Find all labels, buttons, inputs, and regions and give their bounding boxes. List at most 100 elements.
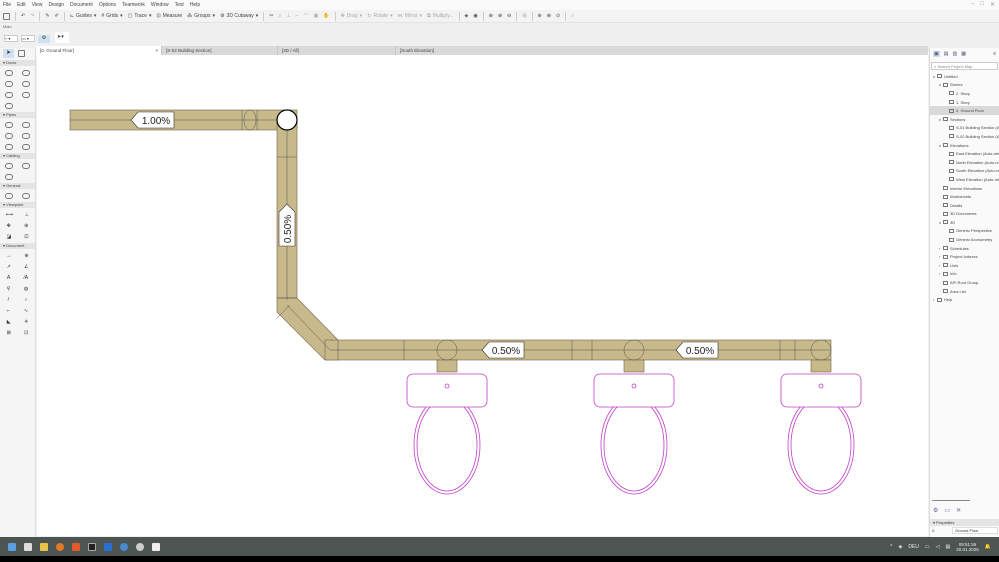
circle-icon[interactable]: ○ — [24, 297, 27, 303]
menu-window[interactable]: Window — [151, 2, 169, 8]
trim-icon[interactable]: ✂ — [269, 13, 273, 19]
group-ducts[interactable]: ▾ Ducts — [0, 60, 35, 66]
worksheet-icon[interactable]: ⊕ — [24, 223, 28, 229]
group-cabling[interactable]: ▾ Cabling — [0, 153, 35, 159]
level-dimension-icon[interactable]: ⊕ — [24, 253, 28, 259]
elevation-icon[interactable]: ⊥ — [25, 212, 29, 218]
navigator-menu-icon[interactable]: ≡ — [993, 51, 996, 57]
cable-tray-icon[interactable] — [4, 162, 13, 169]
duct-terminal-icon[interactable] — [22, 91, 31, 98]
pipe-terminal-icon[interactable] — [4, 143, 13, 150]
dimension-icon[interactable]: ↔ — [6, 253, 11, 259]
window-icon[interactable]: ▭ — [944, 507, 950, 514]
project-map-item[interactable]: v Stories — [930, 81, 999, 90]
project-map-item[interactable]: Worksheets — [930, 192, 999, 201]
tab-building-section[interactable]: [S-02 Building Section] — [162, 46, 278, 55]
project-map-item[interactable]: South Elevation (Auto-rebuild) — [930, 167, 999, 176]
change-icon[interactable]: ⊡ — [24, 330, 28, 336]
layer-settings-icon[interactable]: ◉ — [473, 13, 477, 19]
offset-icon[interactable]: ▣ — [314, 13, 319, 19]
project-map-item[interactable]: v Untitled — [930, 72, 999, 81]
detail-icon[interactable]: ◪ — [7, 234, 12, 240]
text-icon[interactable]: A — [7, 275, 10, 281]
mirror-button[interactable]: ⋈ Mirror ▾ — [398, 13, 423, 19]
pipe-transition-icon[interactable] — [22, 132, 31, 139]
project-map-item[interactable]: Interior Elevations — [930, 184, 999, 193]
label-icon[interactable]: ⁄A — [24, 275, 28, 281]
inject-icon[interactable]: ✐ — [55, 13, 59, 19]
project-map-item[interactable]: S-02 Building Section (Auto) — [930, 132, 999, 141]
rotate-button[interactable]: ↻ Rotate ▾ — [367, 13, 392, 19]
marquee-tool[interactable] — [18, 50, 25, 57]
language-indicator[interactable]: DEU — [908, 544, 919, 550]
pipe-equipment-icon[interactable] — [22, 143, 31, 150]
zoom-previous-icon[interactable]: ⌕ — [571, 13, 574, 19]
figure-icon[interactable]: ◣ — [7, 319, 11, 325]
zoom-in-icon[interactable]: ⊕ — [498, 13, 502, 19]
fill-icon[interactable]: ◍ — [24, 286, 28, 292]
group-general[interactable]: ▾ General — [0, 183, 35, 189]
close-icon[interactable]: ✕ — [990, 1, 995, 8]
arrow-tool[interactable]: ➤ — [3, 49, 14, 58]
pipe-flexible-icon[interactable] — [22, 121, 31, 128]
trace-button[interactable]: ▢ Trace ▾ — [128, 13, 152, 19]
geometry-method-select[interactable]: ⌐ ▾ — [4, 35, 18, 42]
menu-teamwork[interactable]: Teamwork — [122, 2, 145, 8]
project-map-item[interactable]: › Help — [930, 295, 999, 304]
archicad-icon[interactable] — [88, 542, 96, 551]
fit-window-icon[interactable]: ⊞ — [522, 13, 526, 19]
view-3d-icon[interactable]: ⊙ — [556, 13, 560, 19]
project-map-item[interactable]: › Project Indexes — [930, 252, 999, 261]
project-map-item[interactable]: Generic Axonometry — [930, 235, 999, 244]
menu-options[interactable]: Options — [99, 2, 116, 8]
volume-icon[interactable]: ◁ — [936, 544, 940, 550]
group-pipes[interactable]: ▾ Pipes — [0, 112, 35, 118]
hotspot-icon[interactable]: ✳ — [24, 319, 28, 325]
start-icon[interactable] — [8, 542, 16, 551]
duct-bend-icon[interactable] — [4, 80, 13, 87]
project-map-item[interactable]: 3D Documents — [930, 210, 999, 219]
routing-icon[interactable] — [22, 192, 31, 199]
cable-branch-icon[interactable] — [5, 173, 13, 180]
adjust-icon[interactable]: ⊥ — [286, 13, 290, 19]
group-viewpoint[interactable]: ▾ Viewpoint — [0, 202, 35, 208]
explore-icon[interactable]: ⊗ — [547, 13, 551, 19]
project-map-item[interactable]: 2. Story — [930, 89, 999, 98]
app-icon[interactable] — [136, 542, 144, 551]
project-map-item[interactable]: Generic Perspective — [930, 227, 999, 236]
angle-dimension-icon[interactable]: ∠ — [24, 264, 28, 270]
menu-view[interactable]: View — [32, 2, 43, 8]
pipe-icon[interactable] — [4, 121, 13, 128]
project-map-item[interactable]: East Elevation (Auto-rebuild) — [930, 149, 999, 158]
group-document[interactable]: ▾ Document — [0, 243, 35, 249]
duct-transition-icon[interactable] — [22, 80, 31, 87]
guides-button[interactable]: ⊾ Guides ▾ — [70, 13, 97, 19]
object-icon[interactable] — [4, 192, 13, 199]
menu-file[interactable]: File — [3, 2, 11, 8]
floor-plan-canvas[interactable]: 1.00% 0.50% 0.50% 0.50% — [37, 55, 928, 536]
network-icon[interactable]: ▭ — [925, 544, 930, 550]
marker-icon[interactable]: ⚲ — [7, 286, 11, 292]
redo-icon[interactable]: ↷ — [30, 13, 34, 19]
gravity-icon[interactable]: ⚙ — [38, 35, 50, 43]
close-tab-icon[interactable]: × — [155, 48, 158, 53]
project-map-item[interactable]: › Lists — [930, 261, 999, 270]
tray-app-icon[interactable]: ◈ — [898, 544, 902, 550]
project-map-item[interactable]: Area List — [930, 287, 999, 296]
project-map-item[interactable]: API Root Group — [930, 278, 999, 287]
project-map-search[interactable]: ⌕ Search Project Map — [931, 62, 998, 70]
settings-icon[interactable]: ⚙ — [933, 507, 938, 514]
duct-flexible-icon[interactable] — [22, 69, 31, 76]
key-app-icon[interactable] — [120, 542, 128, 551]
element-select[interactable]: ▭ ▾ — [21, 35, 35, 42]
duct-branch-icon[interactable] — [4, 91, 13, 98]
menu-design[interactable]: Design — [48, 2, 64, 8]
layers-icon[interactable]: ◈ — [465, 13, 469, 19]
zoom-fit-icon[interactable]: ⊕ — [489, 13, 493, 19]
project-map-item[interactable]: Details — [930, 201, 999, 210]
project-map-item[interactable]: North Elevation (Auto-rebuild) — [930, 158, 999, 167]
polyline-icon[interactable]: ⌐ — [7, 308, 10, 314]
grids-button[interactable]: # Grids ▾ — [101, 13, 122, 19]
notification-bell-icon[interactable]: 🔔 — [985, 544, 991, 550]
properties-header[interactable]: ▾ Properties — [930, 519, 999, 526]
